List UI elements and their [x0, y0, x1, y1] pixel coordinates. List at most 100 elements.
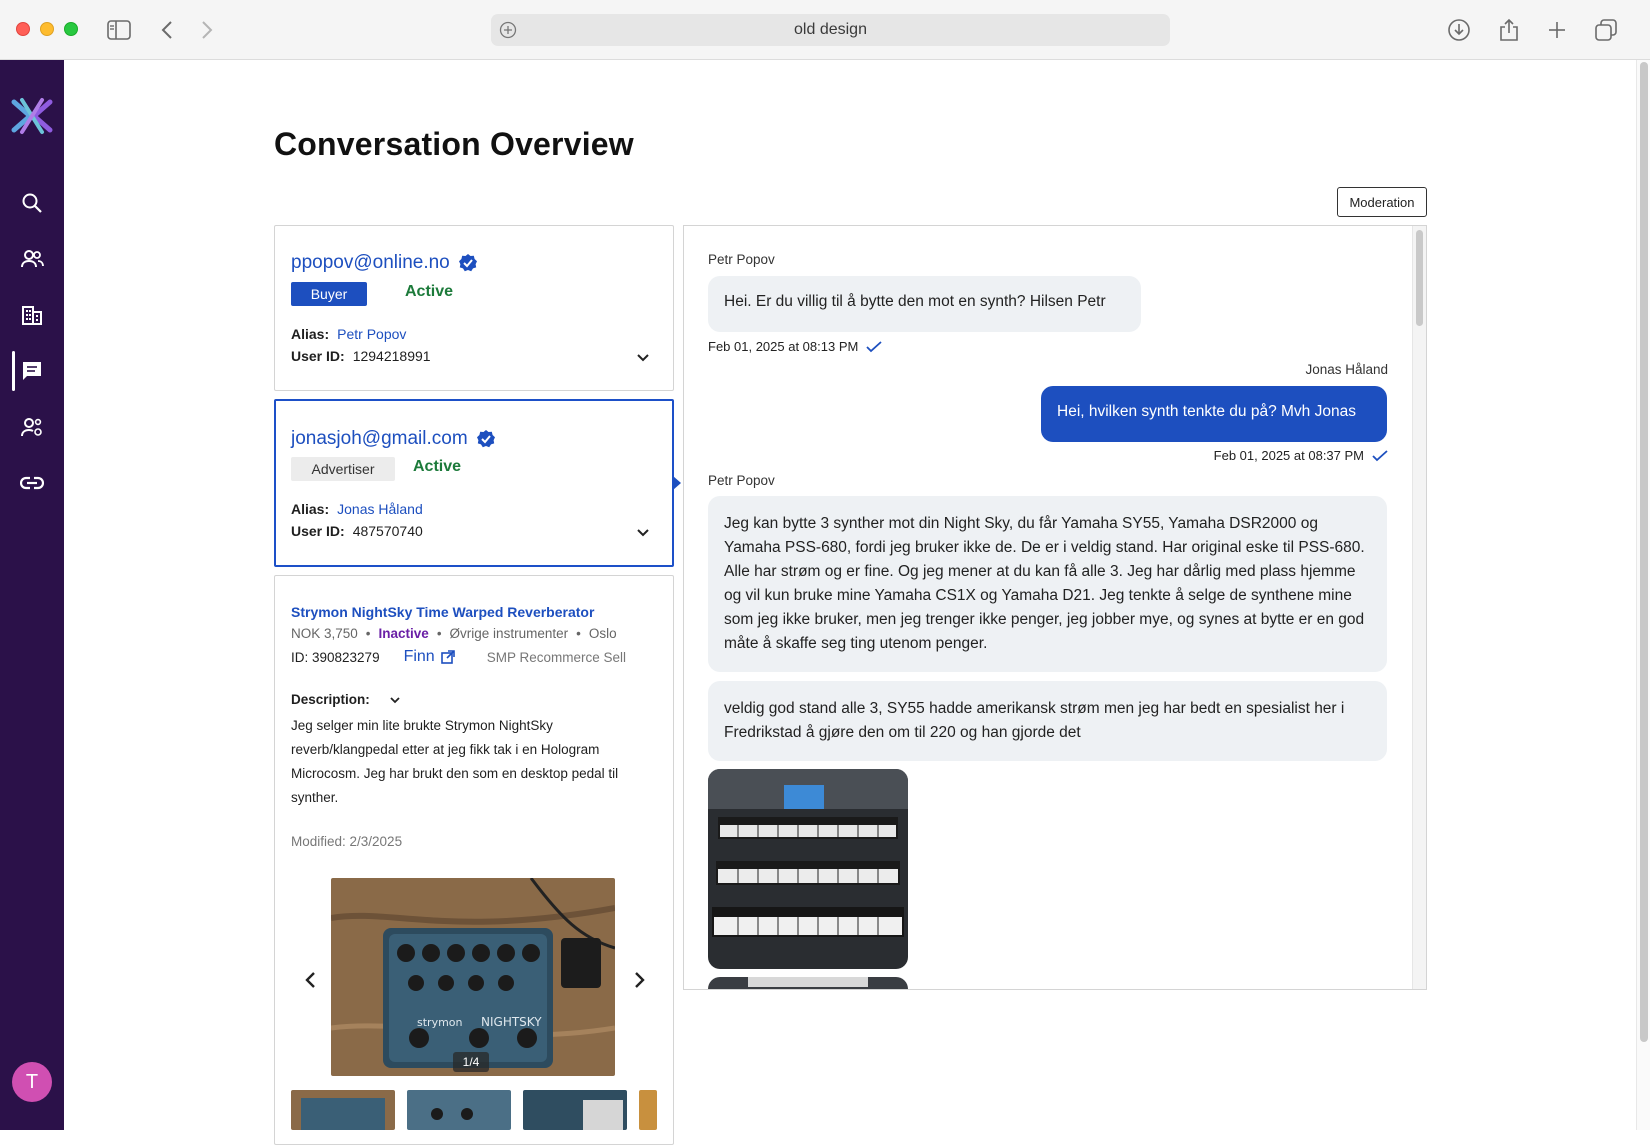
building-icon: [22, 306, 42, 325]
chevron-down-icon[interactable]: [635, 525, 651, 541]
message-image[interactable]: [708, 769, 908, 969]
listing-description: Jeg selger min lite brukte Strymon Night…: [291, 718, 619, 805]
thumbnail[interactable]: [407, 1090, 511, 1130]
userid-label: User ID:: [291, 348, 345, 364]
forward-icon[interactable]: [191, 14, 223, 46]
nav-links[interactable]: [12, 463, 52, 503]
app-sidebar: T: [0, 60, 64, 1130]
app-logo[interactable]: [8, 92, 56, 140]
user-settings-icon: [21, 418, 42, 437]
external-link-icon: [440, 650, 455, 664]
message-bubble: Jeg kan bytte 3 synther mot din Night Sk…: [708, 496, 1387, 672]
chevron-down-icon[interactable]: [635, 350, 651, 366]
browser-toolbar: old design: [0, 0, 1650, 60]
address-bar[interactable]: old design: [491, 14, 1170, 46]
listing-image[interactable]: strymon NIGHTSKY 1/4: [331, 878, 615, 1076]
advertiser-card[interactable]: jonasjoh@gmail.com Advertiser Active Ali…: [274, 399, 674, 567]
moderation-button[interactable]: Moderation: [1337, 187, 1427, 217]
avatar-initial: T: [25, 1070, 39, 1093]
buyer-alias[interactable]: Petr Popov: [337, 326, 406, 342]
alias-label: Alias:: [291, 326, 330, 342]
tab-overview-icon[interactable]: [1590, 14, 1622, 46]
smp-label: SMP Recommerce Sell: [486, 649, 626, 665]
nav-search[interactable]: [12, 183, 52, 223]
thumbnail[interactable]: [639, 1090, 657, 1130]
chevron-down-icon: [390, 696, 400, 703]
nav-users[interactable]: [12, 239, 52, 279]
chat-icon: [23, 362, 41, 380]
message-sender: Petr Popov: [708, 473, 775, 488]
listing-category: Øvrige instrumenter: [449, 626, 569, 641]
buyer-alias-row: Alias: Petr Popov: [291, 326, 406, 342]
nav-organizations[interactable]: [12, 295, 52, 335]
message-bubble: veldig god stand alle 3, SY55 hadde amer…: [708, 681, 1387, 761]
sidebar-toggle-icon[interactable]: [103, 14, 135, 46]
chevron-left-icon[interactable]: [299, 968, 323, 992]
buyer-user-id: 1294218991: [352, 348, 431, 364]
selection-indicator: [673, 476, 681, 490]
listing-id: ID: 390823279: [291, 649, 380, 665]
buyer-userid-row: User ID: 1294218991: [291, 348, 431, 364]
thumbnail-strip: [291, 1090, 657, 1130]
description-toggle[interactable]: Description:: [291, 692, 402, 707]
advertiser-alias-row: Alias: Jonas Håland: [291, 501, 423, 517]
thumbnail[interactable]: [523, 1090, 627, 1130]
timestamp-text: Feb 01, 2025 at 08:37 PM: [1213, 448, 1364, 463]
message-timestamp: Feb 01, 2025 at 08:13 PM: [708, 339, 882, 354]
pedal-photo: strymon NIGHTSKY: [331, 878, 615, 1076]
message-sender: Jonas Håland: [1305, 362, 1388, 377]
listing-id-row: ID: 390823279 Finn SMP Recommerce Sell: [291, 648, 626, 666]
advertiser-role-badge: Advertiser: [291, 457, 395, 481]
chevron-right-icon[interactable]: [627, 968, 651, 992]
check-icon: [866, 340, 882, 352]
users-icon: [21, 250, 44, 268]
advertiser-email-text[interactable]: jonasjoh@gmail.com: [291, 428, 468, 450]
page-title: Conversation Overview: [274, 126, 634, 162]
avatar[interactable]: T: [12, 1062, 52, 1102]
check-icon: [1372, 449, 1388, 461]
close-window-button[interactable]: [16, 22, 30, 36]
userid-label: User ID:: [291, 523, 345, 539]
chat-scrollbar[interactable]: [1412, 226, 1426, 989]
listing-title[interactable]: Strymon NightSky Time Warped Reverberato…: [291, 604, 594, 620]
share-icon[interactable]: [1493, 14, 1525, 46]
advertiser-userid-row: User ID: 487570740: [291, 523, 423, 539]
advertiser-alias[interactable]: Jonas Håland: [337, 501, 423, 517]
separator: •: [436, 626, 442, 641]
separator: •: [365, 626, 371, 641]
advertiser-email[interactable]: jonasjoh@gmail.com: [291, 428, 496, 450]
page-settings-icon[interactable]: [499, 21, 517, 39]
alias-label: Alias:: [291, 501, 330, 517]
buyer-email-text[interactable]: ppopov@online.no: [291, 252, 450, 274]
download-icon[interactable]: [1443, 14, 1475, 46]
advertiser-status: Active: [413, 458, 462, 475]
thumbnail[interactable]: [291, 1090, 395, 1130]
message-image[interactable]: [708, 977, 908, 989]
address-text: old design: [794, 21, 867, 38]
buyer-card[interactable]: ppopov@online.no Buyer Active Alias: Petr…: [274, 225, 674, 391]
verified-icon: [476, 430, 495, 448]
listing-location: Oslo: [588, 626, 617, 641]
message-bubble-own: Hei, hvilken synth tenkte du på? Mvh Jon…: [1041, 386, 1387, 442]
zoom-window-button[interactable]: [64, 22, 78, 36]
listing-status: Inactive: [378, 626, 429, 641]
buyer-role-badge: Buyer: [291, 282, 367, 306]
listing-card: Strymon NightSky Time Warped Reverberato…: [274, 575, 674, 1145]
search-icon: [22, 193, 42, 213]
buyer-status: Active: [405, 283, 454, 300]
chat-panel[interactable]: Petr Popov Hei. Er du villig til å bytte…: [683, 225, 1427, 990]
minimize-window-button[interactable]: [40, 22, 54, 36]
buyer-email[interactable]: ppopov@online.no: [291, 252, 478, 274]
back-icon[interactable]: [151, 14, 183, 46]
nav-conversations[interactable]: [12, 351, 52, 391]
page-scrollbar[interactable]: [1636, 60, 1650, 1130]
svg-text:strymon: strymon: [417, 1016, 463, 1029]
finn-link[interactable]: Finn: [404, 648, 455, 666]
separator: •: [576, 626, 581, 641]
svg-text:NIGHTSKY: NIGHTSKY: [481, 1015, 542, 1029]
link-icon: [20, 476, 44, 490]
nav-user-management[interactable]: [12, 407, 52, 447]
finn-label[interactable]: Finn: [404, 648, 435, 666]
listing-modified: Modified: 2/3/2025: [291, 834, 403, 849]
new-tab-icon[interactable]: [1541, 14, 1573, 46]
